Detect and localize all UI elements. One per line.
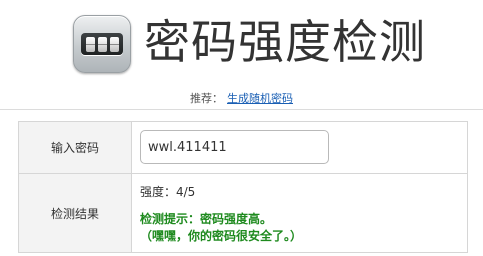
- password-row: 输入密码: [19, 122, 467, 174]
- strength-value: 强度：4/5: [140, 185, 196, 199]
- strength-tip-line: 检测提示：密码强度高。: [140, 212, 273, 226]
- logo-digit-slot: [109, 36, 119, 52]
- header-divider: [0, 109, 483, 110]
- strength-tip-line: （嘿嘿，你的密码很安全了。）: [140, 229, 303, 243]
- recommend-line: 推荐： 生成随机密码: [0, 91, 483, 107]
- strength-tip: 检测提示：密码强度高。 （嘿嘿，你的密码很安全了。）: [140, 211, 302, 245]
- password-label: 输入密码: [19, 122, 132, 173]
- password-check-form: 输入密码 检测结果 强度：4/5 检测提示：密码强度高。 （嘿嘿，你的密码很安全…: [18, 121, 468, 253]
- logo-digit-slot: [85, 36, 95, 52]
- page-title: 密码强度检测: [144, 15, 426, 69]
- page-header: 密码强度检测: [0, 0, 483, 84]
- logo-combination-plate: [81, 33, 123, 55]
- password-lock-icon: [73, 15, 131, 73]
- password-cell: [132, 122, 467, 173]
- generate-random-password-link[interactable]: 生成随机密码: [227, 92, 293, 105]
- result-label: 检测结果: [19, 174, 132, 252]
- result-row: 检测结果 强度：4/5 检测提示：密码强度高。 （嘿嘿，你的密码很安全了。）: [19, 174, 467, 252]
- password-input[interactable]: [140, 130, 329, 164]
- result-cell: 强度：4/5 检测提示：密码强度高。 （嘿嘿，你的密码很安全了。）: [132, 174, 467, 252]
- recommend-prefix: 推荐：: [190, 92, 223, 105]
- logo-digit-slot: [97, 36, 107, 52]
